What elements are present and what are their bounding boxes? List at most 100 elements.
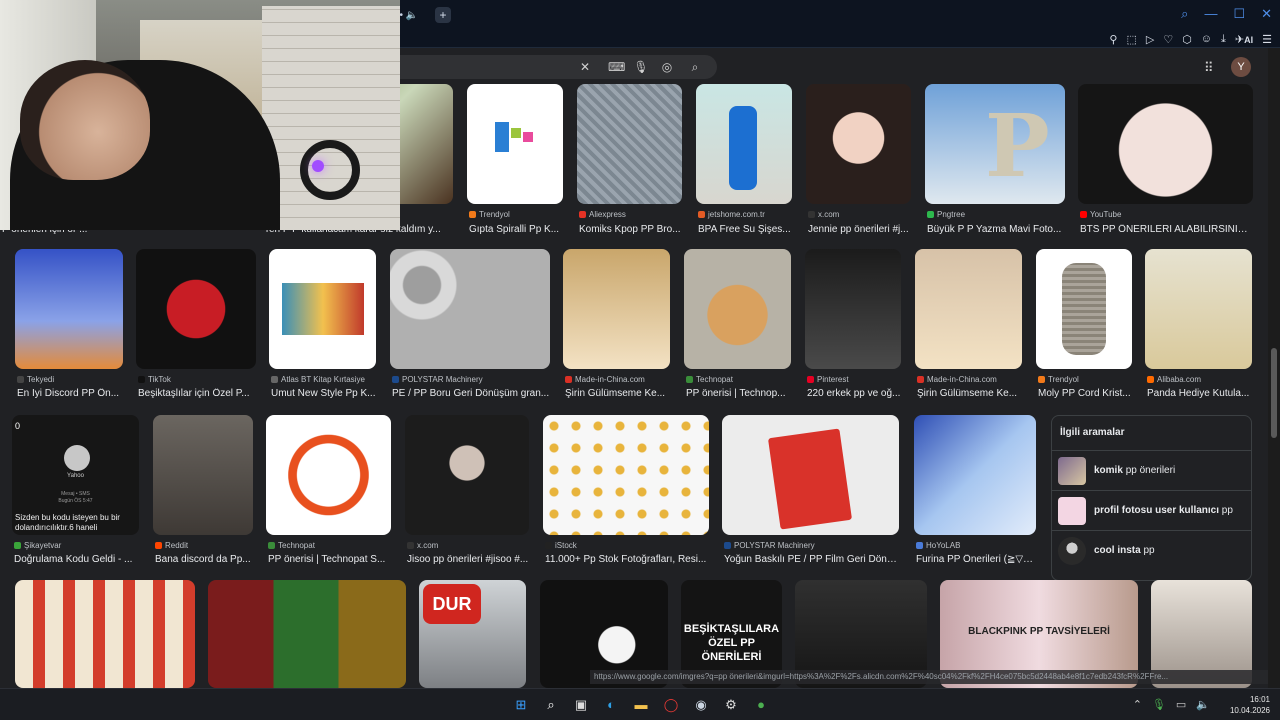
result-thumbnail[interactable] [805, 249, 901, 369]
related-search-item[interactable]: komik pp önerileri [1052, 450, 1251, 490]
result-thumbnail[interactable] [269, 249, 376, 369]
taskbar-clock[interactable]: 16:01 10.04.2026 [1210, 694, 1270, 716]
avatar[interactable]: Y [1231, 57, 1251, 77]
result-title[interactable]: Beşiktaşlılar için Özel P... [138, 388, 256, 399]
result-thumbnail[interactable] [208, 580, 406, 688]
new-tab-button[interactable]: + [435, 7, 451, 23]
result-title[interactable]: Şirin Gülümseme Ke... [565, 388, 670, 399]
windows-start-icon[interactable]: ⊞ [511, 695, 531, 715]
result-thumbnail[interactable] [1145, 249, 1252, 369]
maximize-icon[interactable]: ☐ [1233, 6, 1245, 22]
result-title[interactable]: En İyi Discord PP Ön... [17, 388, 123, 399]
edge-icon[interactable]: ◐ [601, 695, 621, 715]
settings-icon[interactable]: ⚙ [721, 695, 741, 715]
result-thumbnail[interactable] [1036, 249, 1132, 369]
result-title[interactable]: Şirin Gülümseme Ke... [917, 388, 1022, 399]
chevron-up-icon[interactable]: ⌃ [1133, 698, 1142, 711]
result-card[interactable]: x.com Jennie pp önerileri #j... [806, 84, 911, 240]
result-title[interactable]: Panda Hediye Kutula... [1147, 388, 1252, 399]
display-icon[interactable]: ▭ [1176, 698, 1186, 711]
related-search-item[interactable]: cool insta pp [1052, 530, 1251, 570]
result-title[interactable]: Bana discord da Pp... [155, 554, 253, 565]
result-card[interactable]: Technopat PP önerisi | Technopat S... [266, 415, 391, 567]
result-title[interactable]: Furina PP Önerileri (≧▽≦... [916, 554, 1036, 565]
result-card[interactable]: Alibaba.com Panda Hediye Kutula... [1145, 249, 1252, 401]
result-card[interactable]: x.com Jisoo pp önerileri #jisoo #... [405, 415, 529, 567]
result-card[interactable]: Trendyol Moly PP Cord Krist... [1036, 249, 1132, 401]
search-box[interactable]: ✕ ⌨ 🎙 ◎ ⌕ [395, 55, 717, 79]
keyboard-icon[interactable]: ⌨ [608, 59, 625, 75]
result-thumbnail[interactable] [405, 415, 529, 535]
page-scrollbar[interactable] [1268, 48, 1280, 688]
result-title[interactable]: PE / PP Boru Geri Dönüşüm gran... [392, 388, 550, 399]
result-thumbnail[interactable] [577, 84, 682, 204]
play-icon[interactable]: ▷ [1146, 33, 1154, 46]
result-thumbnail[interactable] [136, 249, 256, 369]
result-title[interactable]: Yoğun Baskılı PE / PP Film Geri Dönü... [724, 554, 899, 565]
result-card[interactable] [208, 580, 406, 688]
ai-icon[interactable]: ✈AI [1235, 33, 1253, 46]
result-card[interactable]: POLYSTAR Machinery Yoğun Baskılı PE / PP… [722, 415, 899, 567]
result-thumbnail[interactable] [15, 580, 195, 688]
result-thumbnail[interactable] [390, 249, 550, 369]
result-title[interactable]: Doğrulama Kodu Geldi - ... [14, 554, 139, 565]
heart-icon[interactable]: ♡ [1163, 33, 1173, 46]
result-card[interactable]: jetshome.com.tr BPA Free Su Şişes... [696, 84, 792, 240]
result-title[interactable]: 11.000+ Pp Stok Fotoğrafları, Resi... [545, 554, 709, 565]
result-card[interactable]: 0 Yahoo Mesaj • SMS Bugün ÖS 5:47 Sizden… [12, 415, 139, 567]
chrome-icon[interactable]: ● [751, 695, 771, 715]
result-card[interactable]: DUR [419, 580, 526, 688]
steam-icon[interactable]: ◉ [691, 695, 711, 715]
scrollbar-thumb[interactable] [1271, 348, 1277, 438]
minimize-icon[interactable]: — [1204, 6, 1217, 22]
result-title[interactable]: Jennie pp önerileri #j... [808, 224, 911, 235]
result-thumbnail[interactable] [696, 84, 792, 204]
result-thumbnail[interactable] [1078, 84, 1253, 204]
file-explorer-icon[interactable]: ▬ [631, 695, 651, 715]
result-card[interactable]: iStock 11.000+ Pp Stok Fotoğrafları, Res… [543, 415, 709, 567]
task-view-icon[interactable]: ▣ [571, 695, 591, 715]
related-search-item[interactable]: profil fotosu user kullanıcı pp [1052, 490, 1251, 530]
result-title[interactable]: PP önerisi | Technop... [686, 388, 791, 399]
result-card[interactable]: Pinterest 220 erkek pp ve oğ... [805, 249, 901, 401]
result-thumbnail[interactable]: P [925, 84, 1065, 204]
pin-icon[interactable]: ⚲ [1109, 33, 1117, 46]
result-card[interactable]: Reddit Bana discord da Pp... [153, 415, 253, 567]
result-title[interactable]: Komiks Kpop PP Bro... [579, 224, 682, 235]
close-icon[interactable]: ✕ [1261, 6, 1272, 22]
result-title[interactable]: Gıpta Spiralli Pp K... [469, 224, 563, 235]
result-thumbnail[interactable] [543, 415, 709, 535]
result-card[interactable]: Atlas BT Kitap Kırtasiye Umut New Style … [269, 249, 376, 401]
result-thumbnail[interactable] [722, 415, 899, 535]
result-thumbnail[interactable] [915, 249, 1022, 369]
result-thumbnail[interactable]: 0 Yahoo Mesaj • SMS Bugün ÖS 5:47 Sizden… [12, 415, 139, 535]
clear-icon[interactable]: ✕ [577, 59, 593, 75]
download-icon[interactable]: ⤓ [1221, 33, 1226, 46]
result-card[interactable]: Made-in-China.com Şirin Gülümseme Ke... [563, 249, 670, 401]
result-card[interactable]: TikTok Beşiktaşlılar için Özel P... [136, 249, 256, 401]
result-title[interactable]: Jisoo pp önerileri #jisoo #... [407, 554, 529, 565]
result-thumbnail[interactable] [266, 415, 391, 535]
microphone-icon[interactable]: 🎙 [1152, 698, 1166, 711]
result-card[interactable]: P Pngtree Büyük P P Yazma Mavi Foto... [925, 84, 1065, 240]
result-title[interactable]: BPA Free Su Şişes... [698, 224, 792, 235]
result-thumbnail[interactable] [15, 249, 123, 369]
result-title[interactable]: Büyük P P Yazma Mavi Foto... [927, 224, 1065, 235]
result-card[interactable] [15, 580, 195, 688]
result-card[interactable]: Tekyedi En İyi Discord PP Ön... [15, 249, 123, 401]
result-thumbnail[interactable]: DUR [419, 580, 526, 688]
result-thumbnail[interactable] [563, 249, 670, 369]
search-icon[interactable]: ⌕ [541, 695, 561, 715]
account-icon[interactable]: ☺ [1201, 33, 1212, 45]
result-card[interactable]: Trendyol Gıpta Spiralli Pp K... [467, 84, 563, 240]
lens-icon[interactable]: ◎ [659, 59, 675, 75]
apps-grid-icon[interactable]: ⠿ [1204, 60, 1214, 76]
result-card[interactable]: HoYoLAB Furina PP Önerileri (≧▽≦... [914, 415, 1036, 567]
result-card[interactable]: Aliexpress Komiks Kpop PP Bro... [577, 84, 682, 240]
result-thumbnail[interactable] [467, 84, 563, 204]
result-title[interactable]: PP önerisi | Technopat S... [268, 554, 391, 565]
result-thumbnail[interactable] [914, 415, 1036, 535]
extension-icon[interactable]: ⬡ [1182, 33, 1192, 46]
microphone-icon[interactable]: 🎙 [633, 59, 649, 75]
result-card[interactable]: Technopat PP önerisi | Technop... [684, 249, 791, 401]
